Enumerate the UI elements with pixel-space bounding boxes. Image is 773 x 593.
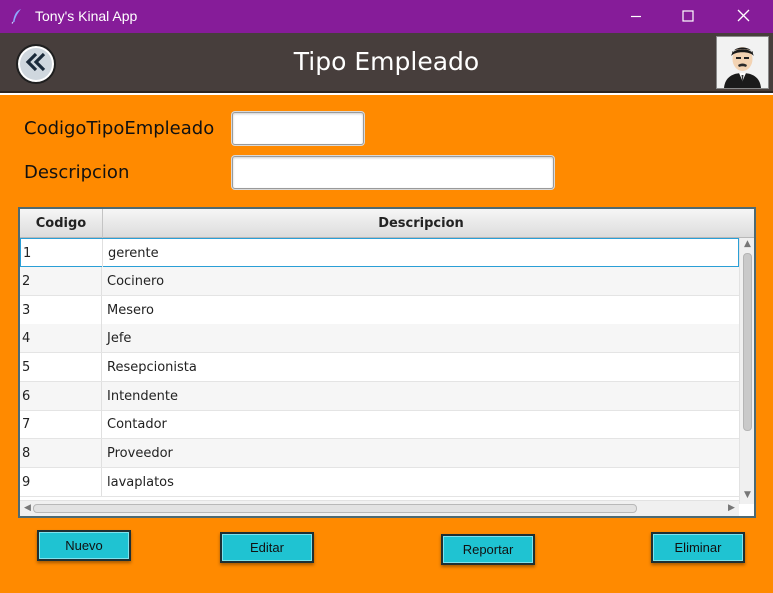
table-row[interactable]: 3 Mesero bbox=[20, 296, 739, 325]
eliminar-button[interactable]: Eliminar bbox=[651, 532, 745, 563]
window-titlebar[interactable]: Tony's Kinal App bbox=[0, 0, 773, 33]
close-icon bbox=[737, 7, 750, 26]
column-header-codigo[interactable]: Codigo bbox=[20, 209, 103, 238]
table-row[interactable]: 7 Contador bbox=[20, 410, 739, 439]
page-title: Tipo Empleado bbox=[293, 47, 480, 76]
table-row[interactable]: 2 Cocinero bbox=[20, 267, 739, 296]
cell-descripcion: Cocinero bbox=[107, 273, 165, 289]
horizontal-scroll-thumb[interactable] bbox=[33, 504, 637, 513]
nuevo-button[interactable]: Nuevo bbox=[37, 530, 131, 561]
close-button[interactable] bbox=[717, 0, 769, 33]
table-body: 1 gerente 2 Cocinero 3 Mesero 4 Jefe 5 R… bbox=[20, 238, 739, 500]
descripcion-label: Descripcion bbox=[24, 162, 130, 183]
user-avatar-icon[interactable] bbox=[716, 36, 769, 89]
cell-codigo: 5 bbox=[22, 353, 102, 381]
table-row[interactable]: 1 gerente bbox=[20, 238, 739, 267]
cell-codigo: 4 bbox=[22, 324, 102, 352]
cell-descripcion: Intendente bbox=[107, 388, 178, 404]
reportar-button[interactable]: Reportar bbox=[441, 534, 535, 565]
cell-codigo: 6 bbox=[22, 382, 102, 410]
minimize-icon bbox=[630, 7, 642, 26]
horizontal-scrollbar[interactable]: ◀ ▶ bbox=[20, 500, 739, 516]
cell-descripcion: lavaplatos bbox=[107, 474, 174, 490]
cell-codigo: 3 bbox=[22, 296, 102, 324]
cell-descripcion: Jefe bbox=[107, 330, 132, 346]
cell-codigo: 2 bbox=[22, 267, 102, 295]
cell-descripcion: Contador bbox=[107, 416, 167, 432]
table-row[interactable]: 6 Intendente bbox=[20, 382, 739, 411]
maximize-icon bbox=[682, 7, 694, 26]
cell-descripcion: Resepcionista bbox=[107, 359, 197, 375]
cell-codigo: 1 bbox=[23, 239, 103, 267]
table-row[interactable]: 8 Proveedor bbox=[20, 439, 739, 468]
scroll-up-icon[interactable]: ▲ bbox=[740, 239, 755, 249]
cell-codigo: 9 bbox=[22, 468, 102, 496]
table-row[interactable]: 5 Resepcionista bbox=[20, 353, 739, 382]
vertical-scrollbar[interactable]: ▲ ▼ bbox=[739, 238, 754, 504]
column-header-descripcion[interactable]: Descripcion bbox=[103, 209, 739, 238]
window-title: Tony's Kinal App bbox=[35, 8, 138, 24]
descripcion-input[interactable] bbox=[232, 156, 554, 189]
table-header: Codigo Descripcion bbox=[20, 209, 754, 238]
main-content: CodigoTipoEmpleado Descripcion Codigo De… bbox=[0, 95, 773, 593]
cell-codigo: 7 bbox=[22, 410, 102, 438]
cell-codigo: 8 bbox=[22, 439, 102, 467]
cell-descripcion: Mesero bbox=[107, 302, 154, 318]
codigo-label: CodigoTipoEmpleado bbox=[24, 118, 215, 139]
editar-button[interactable]: Editar bbox=[220, 532, 314, 563]
feather-icon bbox=[10, 8, 24, 24]
cell-descripcion: Proveedor bbox=[107, 445, 173, 461]
scroll-right-icon[interactable]: ▶ bbox=[724, 503, 739, 513]
tipo-empleado-table[interactable]: Codigo Descripcion 1 gerente 2 Cocinero … bbox=[18, 207, 756, 518]
page-header: Tipo Empleado bbox=[0, 33, 773, 93]
table-row[interactable]: 9 lavaplatos bbox=[20, 468, 739, 497]
scroll-down-icon[interactable]: ▼ bbox=[740, 490, 755, 500]
maximize-button[interactable] bbox=[662, 0, 714, 33]
codigo-input[interactable] bbox=[232, 112, 364, 145]
cell-descripcion: gerente bbox=[108, 245, 159, 261]
table-row[interactable]: 4 Jefe bbox=[20, 324, 739, 353]
minimize-button[interactable] bbox=[610, 0, 662, 33]
vertical-scroll-thumb[interactable] bbox=[743, 253, 752, 431]
